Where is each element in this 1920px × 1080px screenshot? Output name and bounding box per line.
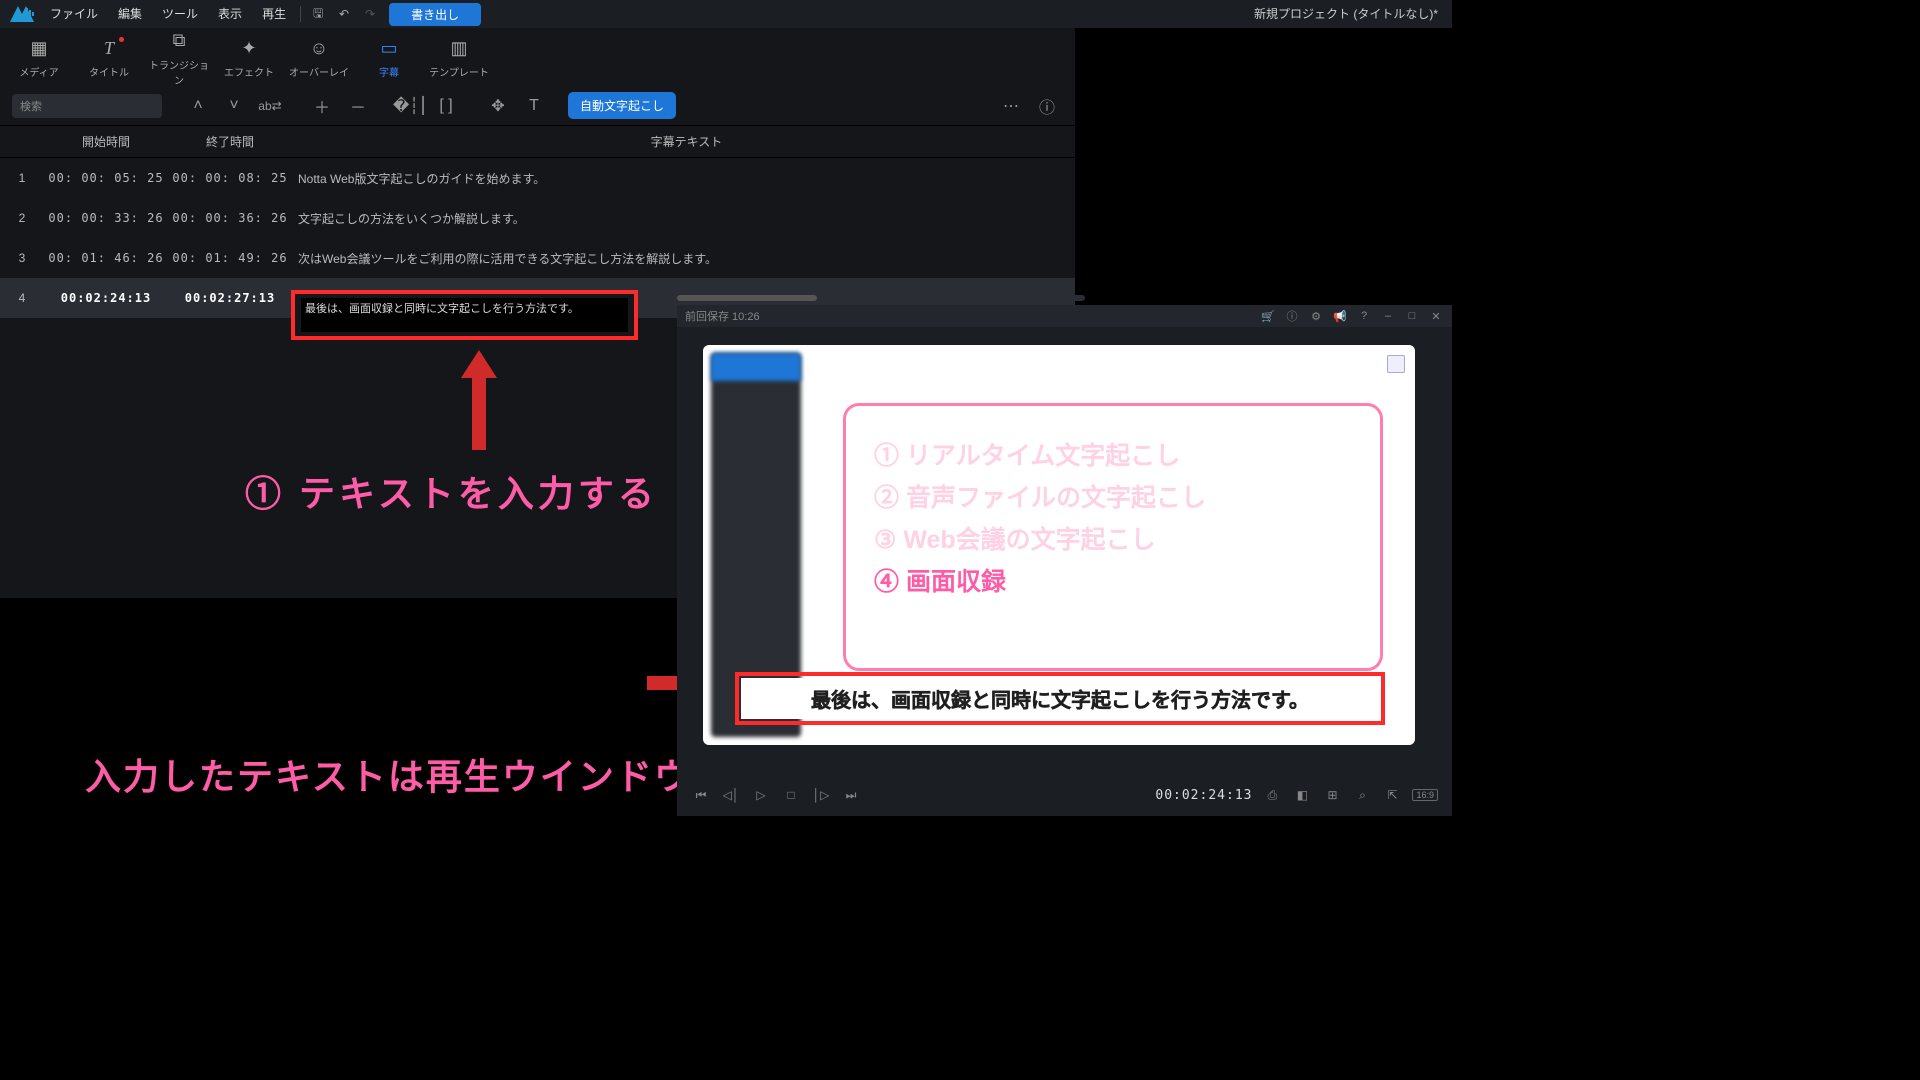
subtitle-toolbar: 検索 ˄ ˅ ab⇄ ＋ － �┆⎮ [ ] ✥ T 自動文字起こし ⋯ ⓘ: [0, 86, 1075, 126]
split-icon[interactable]: �┆⎮: [394, 92, 426, 120]
add-icon[interactable]: ＋: [306, 92, 338, 120]
quality-icon[interactable]: ⊞: [1322, 785, 1342, 805]
subtitle-text-input[interactable]: 最後は、画面収録と同時に文字起こしを行う方法です。: [301, 298, 628, 332]
menu-file[interactable]: ファイル: [40, 0, 108, 28]
annotation-arrow-up-icon: [461, 350, 497, 453]
cart-icon[interactable]: 🛒: [1260, 308, 1276, 324]
subtitle-overlay-text: 最後は、画面収録と同時に文字起こしを行う方法です。: [741, 678, 1379, 719]
tab-template[interactable]: ▥テンプレート: [428, 35, 490, 79]
compare-icon[interactable]: ◧: [1292, 785, 1312, 805]
title-icon: T: [104, 38, 114, 59]
annotation-text-1: ① テキストを入力する: [245, 465, 658, 517]
app-logo-icon: [8, 5, 36, 23]
subtitle-overlay-highlight: 最後は、画面収録と同時に文字起こしを行う方法です。: [735, 672, 1385, 725]
tab-overlay[interactable]: ☺オーバーレイ: [288, 35, 350, 79]
minimize-icon[interactable]: –: [1380, 308, 1396, 324]
tab-media[interactable]: ▦メディア: [8, 35, 70, 79]
table-row[interactable]: 300: 01: 46: 2600: 01: 49: 26次はWeb会議ツールを…: [0, 238, 1075, 278]
export-button[interactable]: 書き出し: [389, 3, 481, 26]
detach-icon[interactable]: ⇱: [1382, 785, 1402, 805]
more-icon[interactable]: ⋯: [995, 92, 1027, 120]
tab-title[interactable]: Tタイトル: [78, 35, 140, 79]
card-line-active: ④ 画面収録: [874, 562, 1352, 598]
preview-mock-header: [711, 353, 801, 381]
next-frame-icon[interactable]: │▷: [811, 785, 831, 805]
overlay-icon: ☺: [310, 38, 328, 59]
remove-icon[interactable]: －: [342, 92, 374, 120]
info-icon[interactable]: ⓘ: [1031, 92, 1063, 120]
card-line: ② 音声ファイルの文字起こし: [874, 478, 1352, 514]
module-tabs: ▦メディア Tタイトル ⧉トランジション ✦エフェクト ☺オーバーレイ ▭字幕 …: [0, 28, 1075, 86]
user-icon[interactable]: ⓘ: [1284, 308, 1300, 324]
card-line: ③ Web会議の文字起こし: [874, 520, 1352, 556]
menubar: ファイル 編集 ツール 表示 再生 🖫 ↶ ↷ 書き出し 新規プロジェクト (タ…: [0, 0, 1452, 28]
template-icon: ▥: [450, 38, 467, 59]
redo-icon[interactable]: ↷: [357, 0, 383, 28]
stop-icon[interactable]: □: [781, 785, 801, 805]
replace-icon[interactable]: ab⇄: [254, 92, 286, 120]
separator: [300, 6, 301, 22]
help-icon[interactable]: ?: [1356, 308, 1372, 324]
tab-effect[interactable]: ✦エフェクト: [218, 35, 280, 79]
tab-transition[interactable]: ⧉トランジション: [148, 28, 210, 87]
menu-view[interactable]: 表示: [208, 0, 252, 28]
maximize-icon[interactable]: □: [1404, 308, 1420, 324]
subtitle-edit-highlight: 最後は、画面収録と同時に文字起こしを行う方法です。: [291, 290, 638, 340]
auto-transcribe-button[interactable]: 自動文字起こし: [568, 92, 676, 119]
speaker-icon[interactable]: 📢: [1332, 308, 1348, 324]
card-line: ① リアルタイム文字起こし: [874, 436, 1352, 472]
table-row[interactable]: 200: 00: 33: 2600: 00: 36: 26文字起こしの方法をいく…: [0, 198, 1075, 238]
gear-icon[interactable]: ⚙: [1308, 308, 1324, 324]
col-start: 開始時間: [44, 133, 168, 150]
preview-topbar: 前回保存 10:26 🛒 ⓘ ⚙ 📢 ? – □ ✕: [677, 305, 1452, 327]
move-icon[interactable]: ✥: [482, 92, 514, 120]
table-header: 開始時間 終了時間 字幕テキスト: [0, 126, 1075, 158]
subtitle-icon: ▭: [380, 38, 397, 59]
timecode-display: 00:02:24:13: [1155, 788, 1252, 803]
menu-play[interactable]: 再生: [252, 0, 296, 28]
prev-frame-icon[interactable]: ◁│: [721, 785, 741, 805]
menu-edit[interactable]: 編集: [108, 0, 152, 28]
notification-dot-icon: [119, 37, 124, 42]
save-icon[interactable]: 🖫: [305, 0, 331, 28]
save-status: 前回保存 10:26: [685, 308, 760, 324]
next-icon[interactable]: ˅: [218, 92, 250, 120]
project-title: 新規プロジェクト (タイトルなし)*: [1254, 0, 1438, 28]
tab-subtitle[interactable]: ▭字幕: [358, 35, 420, 79]
goto-end-icon[interactable]: ⏭: [841, 785, 861, 805]
prev-icon[interactable]: ˄: [182, 92, 214, 120]
transition-icon: ⧉: [173, 30, 186, 51]
table-row[interactable]: 100: 00: 05: 2500: 00: 08: 25Notta Web版文…: [0, 158, 1075, 198]
col-end: 終了時間: [168, 133, 292, 150]
transport-bar: ⏮ ◁│ ▷ □ │▷ ⏭ 00:02:24:13 ⎙ ◧ ⊞ ⌕ ⇱ 16:9: [677, 774, 1452, 816]
media-icon: ▦: [30, 38, 47, 59]
search-input[interactable]: 検索: [12, 94, 162, 118]
goto-start-icon[interactable]: ⏮: [691, 785, 711, 805]
horizontal-scrollbar[interactable]: [677, 295, 1085, 301]
preview-panel: 前回保存 10:26 🛒 ⓘ ⚙ 📢 ? – □ ✕ ① リアルタイム文字起こし…: [677, 305, 1452, 816]
col-text: 字幕テキスト: [292, 133, 1075, 150]
close-icon[interactable]: ✕: [1428, 308, 1444, 324]
preview-card: ① リアルタイム文字起こし ② 音声ファイルの文字起こし ③ Web会議の文字起…: [843, 403, 1383, 671]
play-icon[interactable]: ▷: [751, 785, 771, 805]
undo-icon[interactable]: ↶: [331, 0, 357, 28]
snapshot-icon[interactable]: ⎙: [1262, 785, 1282, 805]
aspect-badge[interactable]: 16:9: [1412, 789, 1438, 801]
zoom-icon[interactable]: ⌕: [1352, 785, 1372, 805]
menu-tool[interactable]: ツール: [152, 0, 208, 28]
effect-icon: ✦: [241, 38, 256, 59]
merge-icon[interactable]: [ ]: [430, 92, 462, 120]
preview-mock-close-icon: [1387, 355, 1405, 373]
preview-stage: ① リアルタイム文字起こし ② 音声ファイルの文字起こし ③ Web会議の文字起…: [703, 345, 1415, 745]
text-style-icon[interactable]: T: [518, 92, 550, 120]
